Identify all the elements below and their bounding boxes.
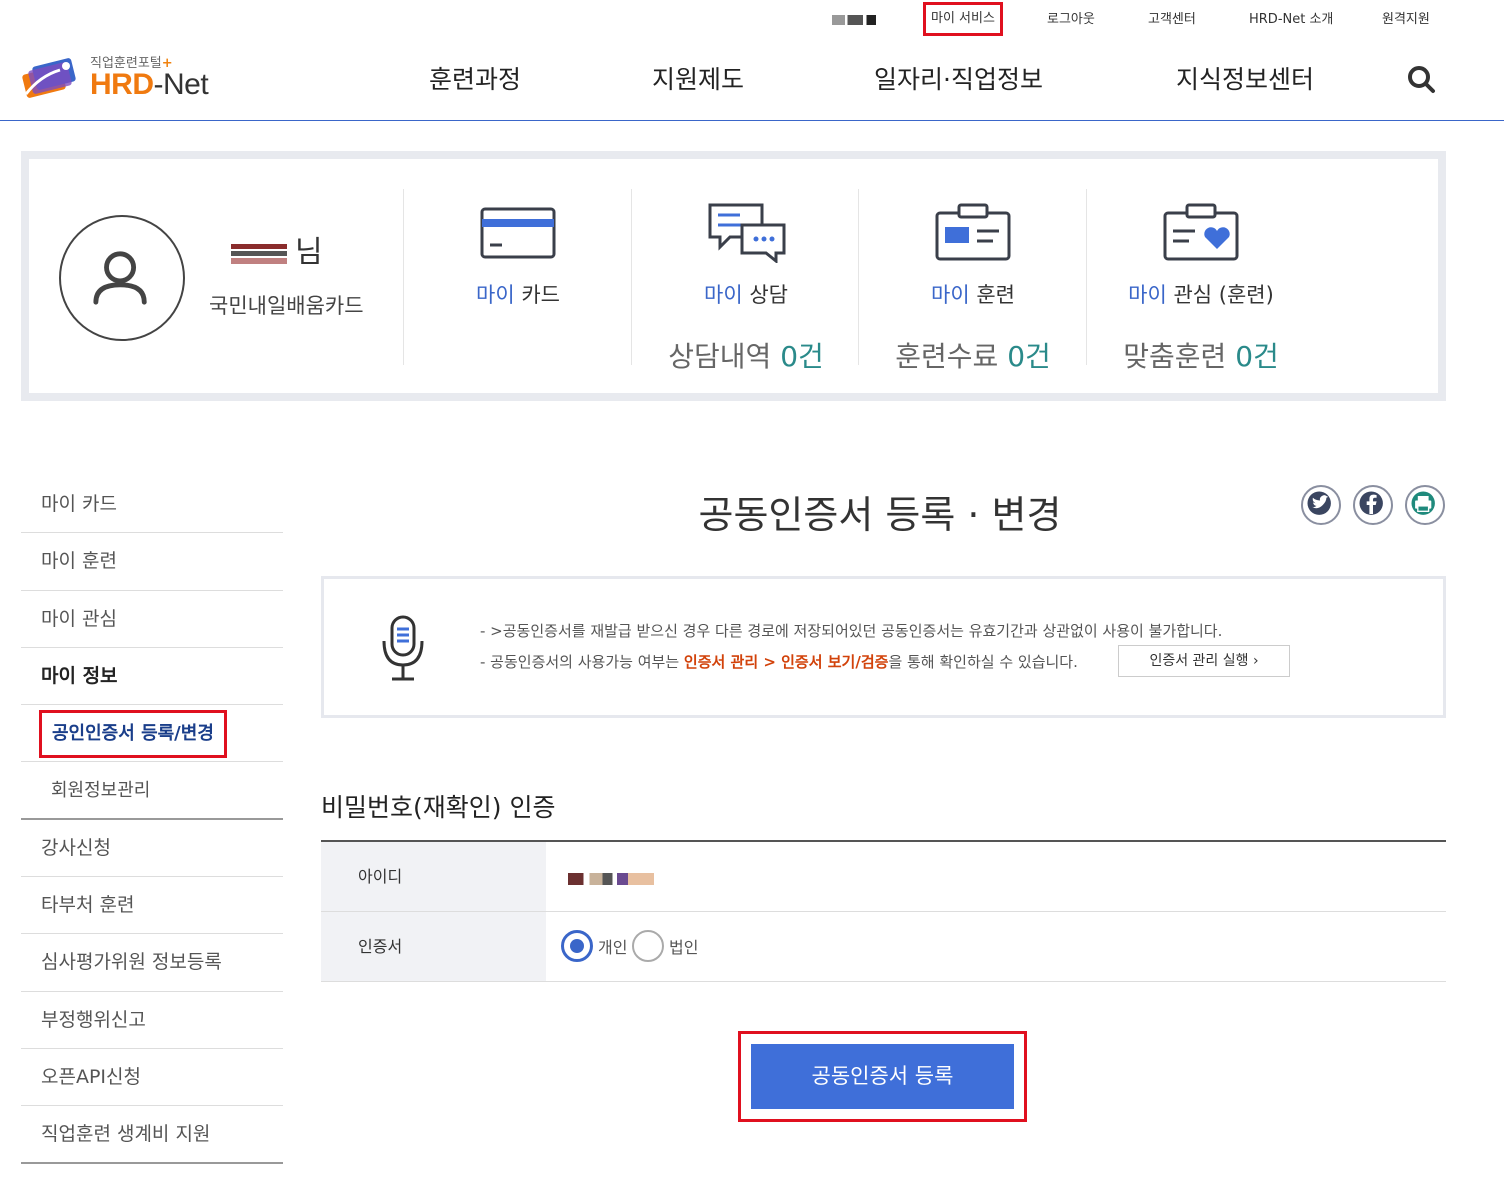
avatar <box>59 215 185 341</box>
cert-manage-path: 인증서 관리 > 인증서 보기/검증 <box>683 653 889 671</box>
radio-corporate-label[interactable]: 법인 <box>669 934 698 958</box>
masked-user-id <box>568 873 654 885</box>
chevron-right-icon: › <box>1252 653 1259 669</box>
cert-label: 인증서 <box>321 912 546 981</box>
profile-item-my-training[interactable]: 마이 훈련 훈련수료 0건 <box>863 201 1083 375</box>
card-type: 국민내일배움카드 <box>209 294 364 318</box>
gnb-knowledge-center[interactable]: 지식정보센터 <box>1176 60 1314 96</box>
profile-item-label: 마이 상담 <box>704 283 788 307</box>
search-icon[interactable] <box>1406 64 1436 94</box>
lnb-cert-register[interactable]: 공인인증서 등록/변경 <box>21 705 283 763</box>
notice-box: - >공동인증서를 재발급 받으신 경우 다른 경로에 저장되어있던 공동인증서… <box>321 576 1446 718</box>
logo-mark-icon <box>22 58 76 98</box>
lnb-member-info[interactable]: 회원정보관리 <box>21 762 283 820</box>
about-link[interactable]: HRD-Net 소개 <box>1249 10 1333 30</box>
section-title: 비밀번호(재확인) 인증 <box>321 793 556 822</box>
cert-manager-button[interactable]: 인증서 관리 실행 › <box>1118 645 1290 677</box>
microphone-icon <box>382 615 424 681</box>
profile-item-label: 마이 관심 (훈련) <box>1128 283 1274 307</box>
radio-personal[interactable] <box>561 930 593 962</box>
lnb-my-info[interactable]: 마이 정보 <box>21 648 283 706</box>
remote-support-link[interactable]: 원격지원 <box>1382 10 1430 30</box>
user-name: 님 <box>231 227 323 271</box>
lnb-reviewer-register[interactable]: 심사평가위원 정보등록 <box>21 934 283 992</box>
divider <box>858 189 859 365</box>
divider <box>403 189 404 365</box>
card-icon <box>480 207 556 259</box>
logo-name: HRD-Net <box>90 68 209 101</box>
lnb-my-card[interactable]: 마이 카드 <box>21 476 283 534</box>
lnb-fraud-report[interactable]: 부정행위신고 <box>21 992 283 1049</box>
print-icon <box>1411 491 1435 515</box>
user-icon <box>93 251 147 305</box>
lnb-open-api[interactable]: 오픈API신청 <box>21 1049 283 1107</box>
gnb-training-courses[interactable]: 훈련과정 <box>429 60 521 96</box>
lnb-instructor-apply[interactable]: 강사신청 <box>21 820 283 878</box>
gnb-jobs-info[interactable]: 일자리·직업정보 <box>874 60 1043 96</box>
utility-bar: 마이 서비스 로그아웃 고객센터 HRD-Net 소개 원격지원 <box>0 2 1504 36</box>
chat-icon <box>708 203 786 263</box>
print-button[interactable] <box>1405 485 1445 525</box>
lnb-cert-register-label: 공인인증서 등록/변경 <box>39 710 227 759</box>
training-icon <box>935 203 1011 261</box>
facebook-share-button[interactable] <box>1353 485 1393 525</box>
twitter-share-button[interactable] <box>1301 485 1341 525</box>
auth-table: 아이디 인증서 개인 법인 <box>321 840 1446 982</box>
side-menu: 마이 카드 마이 훈련 마이 관심 마이 정보 공인인증서 등록/변경 회원정보… <box>21 476 283 1164</box>
consult-count: 상담내역 0건 <box>668 340 824 373</box>
register-cert-button[interactable]: 공동인증서 등록 <box>751 1044 1014 1109</box>
notice-line-2: - 공동인증서의 사용가능 여부는 인증서 관리 > 인증서 보기/검증을 통해… <box>480 653 1078 671</box>
profile-item-label: 마이 훈련 <box>931 283 1015 307</box>
twitter-icon <box>1307 491 1331 515</box>
header-divider <box>0 120 1504 121</box>
user-name-suffix: 님 <box>295 235 323 270</box>
page-title: 공동인증서 등록 · 변경 <box>698 493 1062 537</box>
customer-center-link[interactable]: 고객센터 <box>1148 10 1196 30</box>
table-row-cert: 인증서 개인 법인 <box>321 912 1446 982</box>
id-label: 아이디 <box>321 842 546 911</box>
logout-link[interactable]: 로그아웃 <box>1047 10 1095 30</box>
my-service-link[interactable]: 마이 서비스 <box>923 2 1003 36</box>
divider <box>1086 189 1087 365</box>
notice-line-1: - >공동인증서를 재발급 받으신 경우 다른 경로에 저장되어있던 공동인증서… <box>480 622 1223 640</box>
radio-corporate[interactable] <box>632 930 664 962</box>
profile-item-my-consult[interactable]: 마이 상담 상담내역 0건 <box>636 201 856 375</box>
interest-icon <box>1163 203 1239 261</box>
profile-item-label: 마이 카드 <box>476 283 560 307</box>
interest-count: 맞춤훈련 0건 <box>1123 340 1279 373</box>
radio-personal-label[interactable]: 개인 <box>598 934 627 958</box>
divider <box>631 189 632 365</box>
lnb-my-interest[interactable]: 마이 관심 <box>21 591 283 648</box>
lnb-living-support[interactable]: 직업훈련 생계비 지원 <box>21 1106 283 1164</box>
profile-summary: 님 국민내일배움카드 마이 카드 마이 상담 상담내역 0건 마이 훈련 훈련수… <box>21 151 1446 401</box>
lnb-my-training[interactable]: 마이 훈련 <box>21 533 283 591</box>
gnb-support-systems[interactable]: 지원제도 <box>652 60 744 96</box>
masked-username <box>832 10 876 30</box>
facebook-icon <box>1359 491 1383 515</box>
profile-item-my-card[interactable]: 마이 카드 <box>408 201 628 309</box>
table-row-id: 아이디 <box>321 842 1446 912</box>
training-count: 훈련수료 0건 <box>895 340 1051 373</box>
hrd-net-logo[interactable]: 직업훈련포털+ HRD-Net <box>20 50 230 106</box>
profile-item-my-interest[interactable]: 마이 관심 (훈련) 맞춤훈련 0건 <box>1091 201 1311 375</box>
lnb-other-ministry-training[interactable]: 타부처 훈련 <box>21 877 283 935</box>
submit-highlight: 공동인증서 등록 <box>738 1031 1027 1122</box>
